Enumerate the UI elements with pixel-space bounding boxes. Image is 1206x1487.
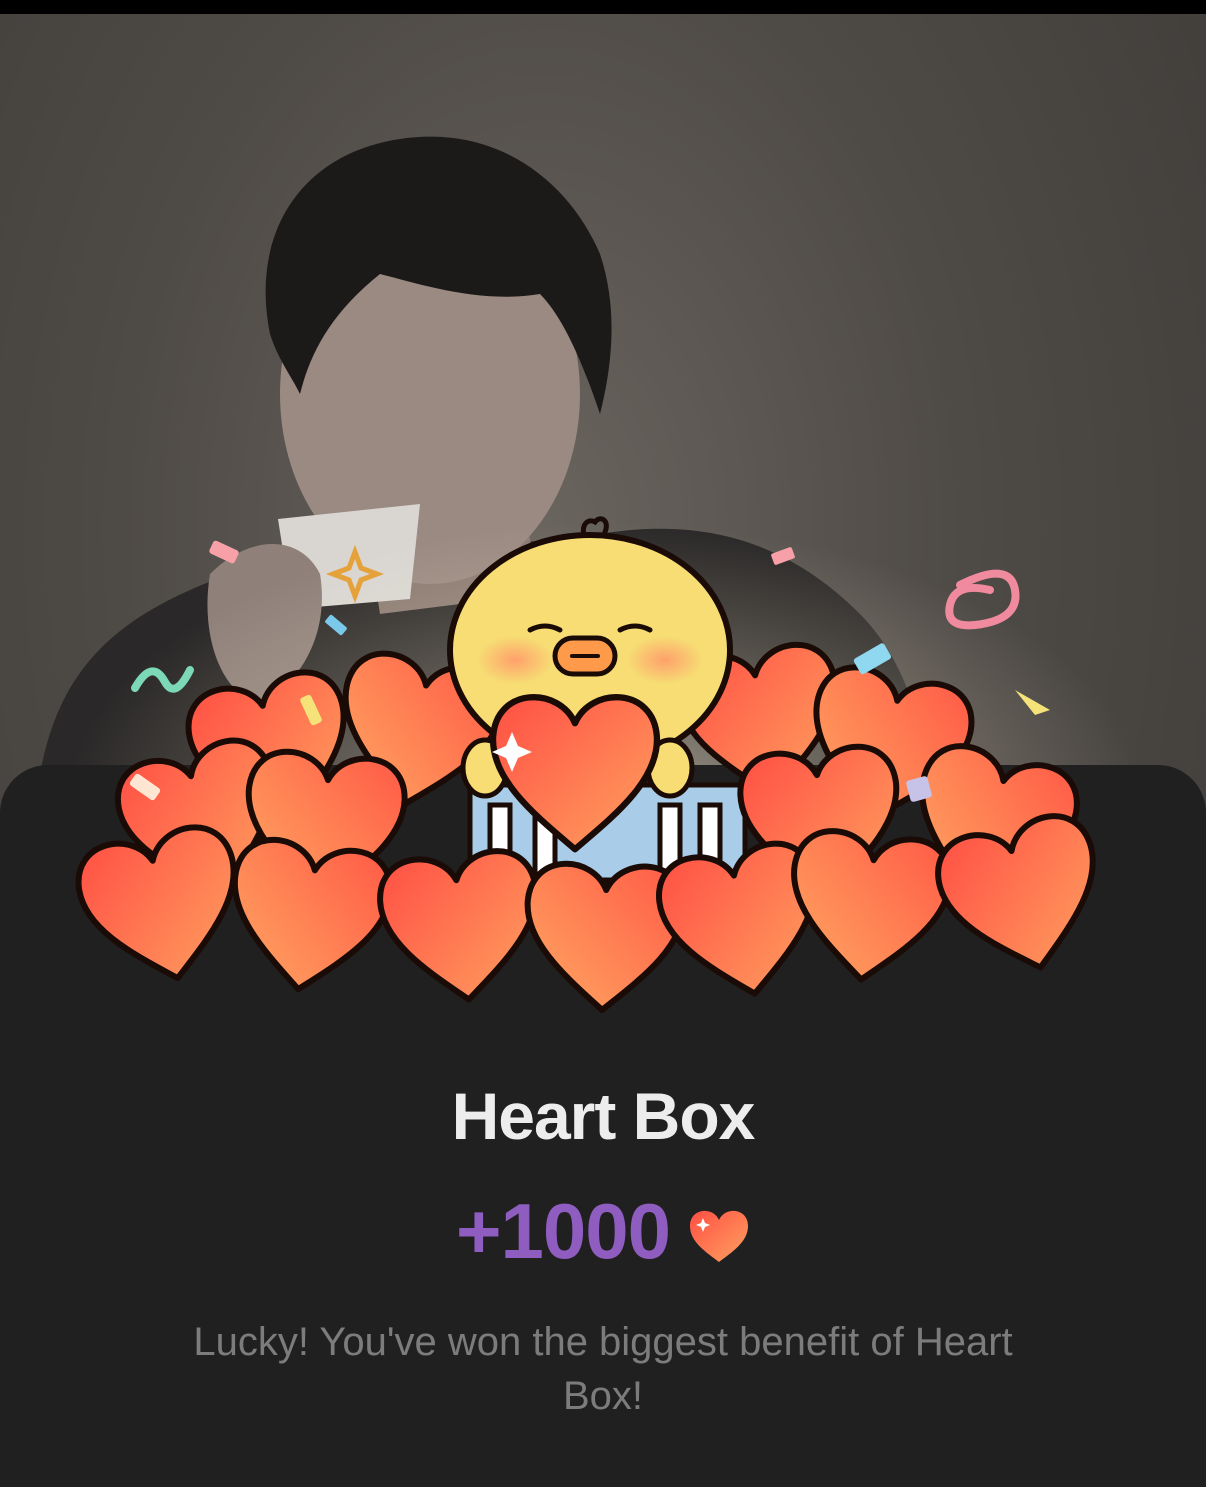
reward-amount-row: +1000 xyxy=(0,1186,1206,1276)
reward-amount: +1000 xyxy=(455,1186,671,1275)
heart-icon xyxy=(690,1210,749,1262)
reward-message: Lucky! You've won the biggest benefit of… xyxy=(193,1320,1013,1418)
reward-title: Heart Box xyxy=(451,1079,756,1153)
heart-box-illustration xyxy=(60,516,1150,1020)
status-bar xyxy=(0,0,1206,14)
